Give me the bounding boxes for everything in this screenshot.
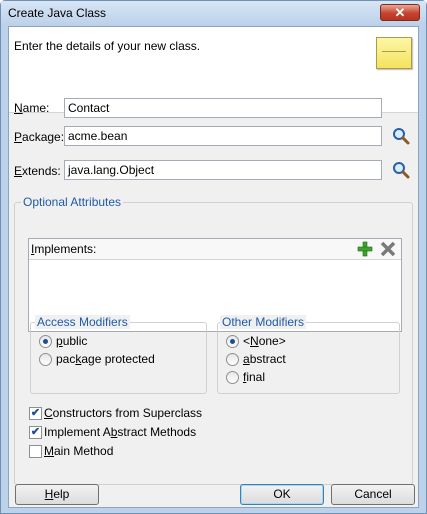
extends-search-icon[interactable] (391, 160, 411, 180)
package-field[interactable]: acme.bean (64, 126, 382, 146)
none-radio[interactable] (226, 335, 239, 348)
main-method-label[interactable]: Main Method (44, 444, 113, 458)
package-search-icon[interactable] (391, 126, 411, 146)
package-label: Package: (14, 130, 65, 144)
none-label[interactable]: <None> (243, 334, 286, 348)
cancel-button[interactable]: Cancel (331, 484, 415, 505)
public-label[interactable]: public (56, 334, 87, 348)
remove-icon[interactable] (380, 241, 396, 257)
constructors-label[interactable]: Constructors from Superclass (44, 406, 202, 420)
window-title: Create Java Class (8, 6, 107, 20)
constructors-checkbox[interactable]: ✔ (29, 407, 42, 420)
help-button[interactable]: Help (15, 484, 99, 505)
dialog-window: Create Java Class ✕ Enter the details of… (0, 0, 427, 514)
note-icon (376, 37, 412, 69)
public-radio[interactable] (39, 335, 52, 348)
name-label: Name: (14, 101, 50, 115)
add-icon[interactable] (357, 241, 373, 257)
abstract-label[interactable]: abstract (243, 352, 286, 366)
extends-label: Extends: (14, 164, 61, 178)
access-modifiers-title: Access Modifiers (35, 315, 130, 329)
final-label[interactable]: final (243, 370, 265, 384)
implements-header: Implements: (29, 239, 401, 260)
abstract-radio[interactable] (226, 353, 239, 366)
name-field[interactable]: Contact (64, 98, 382, 118)
header-instruction: Enter the details of your new class. (14, 39, 201, 53)
ok-button[interactable]: OK (240, 484, 324, 505)
close-button[interactable]: ✕ (380, 4, 420, 21)
final-radio[interactable] (226, 371, 239, 384)
extends-field[interactable]: java.lang.Object (64, 160, 382, 180)
main-method-checkbox[interactable] (29, 445, 42, 458)
implements-label: Implements: (31, 242, 97, 256)
other-modifiers-title: Other Modifiers (220, 315, 307, 329)
title-bar[interactable]: Create Java Class ✕ (1, 1, 426, 25)
close-icon: ✕ (394, 5, 406, 20)
package-protected-label[interactable]: package protected (56, 352, 155, 366)
implement-abstract-label[interactable]: Implement Abstract Methods (44, 425, 196, 439)
package-protected-radio[interactable] (39, 353, 52, 366)
optional-attributes-title: Optional Attributes (21, 195, 124, 209)
implement-abstract-checkbox[interactable]: ✔ (29, 426, 42, 439)
dialog-content: Enter the details of your new class. Nam… (8, 26, 419, 508)
